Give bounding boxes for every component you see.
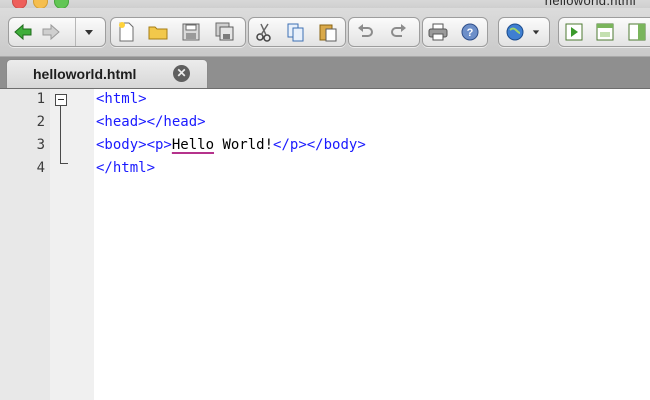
chevron-down-icon bbox=[532, 30, 540, 35]
undo-group bbox=[348, 17, 420, 47]
close-window-button[interactable] bbox=[12, 0, 27, 8]
title-bar: helloworld.html bbox=[0, 0, 650, 8]
window-icon bbox=[596, 23, 614, 41]
cut-button[interactable] bbox=[252, 20, 276, 44]
new-file-button[interactable] bbox=[114, 20, 138, 44]
history-dropdown-button[interactable] bbox=[77, 20, 101, 44]
save-all-icon bbox=[215, 22, 234, 41]
back-icon bbox=[14, 23, 32, 41]
code-editor[interactable]: 1 2 3 4 <html> <head></head> <body><p>He… bbox=[0, 89, 650, 400]
back-button[interactable] bbox=[11, 20, 35, 44]
redo-button[interactable] bbox=[387, 20, 411, 44]
help-icon: ? bbox=[461, 23, 479, 41]
window-title: helloworld.html bbox=[544, 0, 636, 8]
print-button[interactable] bbox=[426, 20, 450, 44]
line-number: 1 bbox=[36, 91, 45, 107]
code-line: <html> bbox=[96, 91, 147, 107]
code-line: <body><p>Hello World!</p></body> bbox=[96, 137, 366, 153]
forward-button[interactable] bbox=[39, 20, 63, 44]
code-tag: </html> bbox=[96, 160, 156, 176]
dropdown-icon bbox=[85, 30, 93, 35]
line-number: 4 bbox=[36, 160, 45, 176]
print-help-group: ? bbox=[422, 17, 488, 47]
navigation-group bbox=[8, 17, 106, 47]
fold-guide bbox=[60, 106, 61, 163]
toolbar: ? bbox=[0, 8, 650, 57]
paste-button[interactable] bbox=[316, 20, 340, 44]
copy-icon bbox=[287, 23, 304, 42]
code-tag: <html> bbox=[96, 91, 147, 107]
run-icon bbox=[565, 23, 583, 41]
code-text: World! bbox=[214, 137, 274, 153]
tab-helloworld[interactable]: helloworld.html ✕ bbox=[6, 59, 208, 88]
print-icon bbox=[428, 23, 448, 41]
code-tag: <head></head> bbox=[96, 114, 206, 130]
cut-icon bbox=[256, 23, 271, 42]
forward-icon bbox=[42, 23, 60, 41]
preview-dropdown-button[interactable] bbox=[527, 20, 545, 44]
minimize-window-button[interactable] bbox=[33, 0, 48, 8]
panel-button[interactable] bbox=[625, 20, 649, 44]
zoom-window-button[interactable] bbox=[54, 0, 69, 8]
save-icon bbox=[182, 23, 200, 41]
save-button[interactable] bbox=[179, 20, 203, 44]
preview-browser-button[interactable] bbox=[503, 20, 527, 44]
code-tag: </p></body> bbox=[273, 137, 366, 153]
undo-button[interactable] bbox=[353, 20, 377, 44]
open-folder-icon bbox=[148, 26, 168, 40]
line-number-gutter: 1 2 3 4 bbox=[0, 89, 51, 400]
line-number: 3 bbox=[36, 137, 45, 153]
code-line: <head></head> bbox=[96, 114, 206, 130]
redo-icon bbox=[391, 24, 406, 37]
run-button[interactable] bbox=[562, 20, 586, 44]
edit-group bbox=[248, 17, 346, 47]
code-text-misspelled: Hello bbox=[171, 137, 215, 153]
globe-icon bbox=[506, 23, 524, 41]
help-button[interactable]: ? bbox=[458, 20, 482, 44]
code-line: </html> bbox=[96, 160, 155, 176]
fold-end-marker bbox=[60, 163, 68, 164]
panel-group bbox=[558, 17, 650, 47]
window-button[interactable] bbox=[593, 20, 617, 44]
new-file-icon bbox=[119, 22, 134, 42]
separator bbox=[75, 18, 76, 46]
preview-group bbox=[498, 17, 550, 47]
undo-icon bbox=[358, 24, 373, 37]
code-tag: <body><p> bbox=[96, 137, 172, 153]
paste-icon bbox=[319, 24, 337, 42]
tab-label: helloworld.html bbox=[33, 66, 137, 82]
tab-bar: helloworld.html ✕ bbox=[0, 57, 650, 89]
tab-close-icon[interactable]: ✕ bbox=[173, 65, 190, 82]
fold-toggle-icon[interactable] bbox=[55, 94, 67, 106]
file-group bbox=[110, 17, 246, 47]
svg-text:?: ? bbox=[467, 27, 474, 39]
save-all-button[interactable] bbox=[213, 20, 237, 44]
copy-button[interactable] bbox=[284, 20, 308, 44]
open-folder-button[interactable] bbox=[146, 20, 170, 44]
panel-icon bbox=[628, 23, 646, 41]
fold-column bbox=[50, 89, 94, 400]
line-number: 2 bbox=[36, 114, 45, 130]
